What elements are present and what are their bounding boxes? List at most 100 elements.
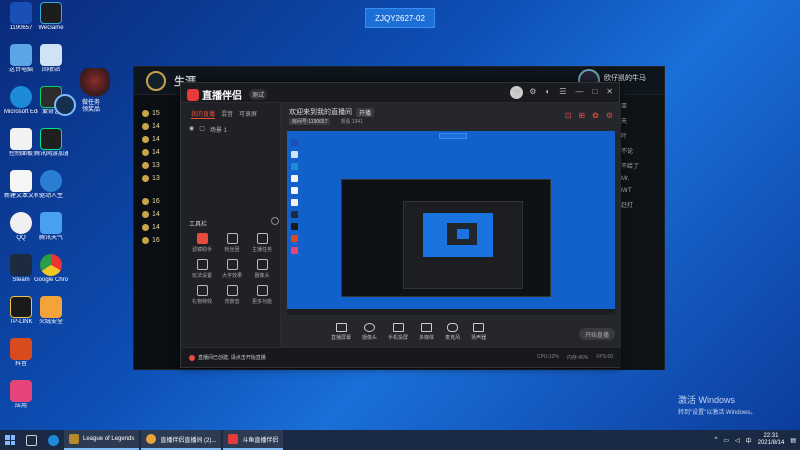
phone-cast-button[interactable]: 手机投屏 xyxy=(388,323,408,341)
list-item[interactable]: 13 xyxy=(142,159,182,172)
list-item[interactable]: 16 xyxy=(142,195,182,208)
sidebar-tabs: 我的直播 混音 可录屏 xyxy=(181,103,280,122)
tab-record[interactable]: 可录屏 xyxy=(239,109,257,119)
desktop-icon[interactable]: TP-LINK xyxy=(4,296,38,326)
rank-icon xyxy=(142,149,149,156)
camera-source-button[interactable]: 摄像头 xyxy=(362,323,377,341)
friend-entry[interactable]: 不给了 xyxy=(621,161,660,170)
desktop-icon[interactable]: 1190657 xyxy=(4,2,38,32)
maximize-icon[interactable]: □ xyxy=(592,87,597,96)
tool-gift[interactable]: 礼物特效 xyxy=(187,285,217,305)
list-item[interactable]: 14 xyxy=(142,133,182,146)
lol-profile-ring-icon[interactable] xyxy=(146,71,166,91)
chevron-up-icon[interactable]: ^ xyxy=(714,437,717,443)
desktop-icon[interactable]: QQ xyxy=(4,212,38,242)
desktop-icon[interactable]: Steam xyxy=(4,254,38,284)
tools-toggle-icon[interactable] xyxy=(271,217,279,225)
list-item[interactable]: 13 xyxy=(142,172,182,185)
friend-entry[interactable]: 天 xyxy=(621,116,660,125)
task-widget[interactable]: 做任务 领奖品 xyxy=(54,68,110,120)
version-badge[interactable]: 测试 xyxy=(249,89,268,100)
list-item[interactable]: 16 xyxy=(142,234,182,247)
list-item[interactable]: 14 xyxy=(142,120,182,133)
desktop-icon[interactable]: 新建文本文档 xyxy=(4,170,38,200)
settings-icon[interactable]: ⚙ xyxy=(529,87,536,96)
screen-source-button[interactable]: 直播屏幕 xyxy=(331,323,351,341)
volume-icon[interactable]: ◁ xyxy=(735,437,740,444)
tool-fans[interactable]: 粉丝团 xyxy=(217,233,247,253)
tool-more[interactable]: 更多功能 xyxy=(247,285,277,305)
tool-camera[interactable]: 摄像头 xyxy=(247,259,277,279)
gift-icon[interactable]: ✿ xyxy=(592,111,599,120)
room-id: 房间号:1190657 xyxy=(289,118,331,125)
desktop-icon[interactable]: Google Chrome xyxy=(34,254,68,284)
status-message[interactable]: 直播间已创建, 请点击开始直播 xyxy=(189,354,266,361)
list-item[interactable]: 14 xyxy=(142,208,182,221)
start-live-button[interactable]: 开始直播 xyxy=(579,328,615,340)
taskbar-app-companion[interactable]: 斗鱼直播伴侣 xyxy=(223,430,284,450)
system-tray: ^ ▭ ◁ 中 22:31 2021/8/14 ▤ xyxy=(714,430,796,450)
notification-icon[interactable]: ▤ xyxy=(790,437,796,444)
taskbar-app-chrome[interactable]: 直播伴侣直播间 (2)... xyxy=(141,430,222,450)
tool-filter[interactable]: 滤镜助手 xyxy=(187,233,217,253)
lock-icon[interactable]: ⊡ xyxy=(565,111,572,120)
menu-icon[interactable]: ☰ xyxy=(559,87,566,96)
message-icon[interactable]: ✉ xyxy=(514,87,521,96)
ime-icon[interactable]: 中 xyxy=(746,436,752,445)
taskbar-app-lol[interactable]: League of Legends xyxy=(64,430,140,450)
desktop-icon[interactable]: 腾讯天气 xyxy=(34,212,68,242)
tool-tasks[interactable]: 主播任务 xyxy=(247,233,277,253)
media-source-button[interactable]: 多媒体 xyxy=(419,323,434,341)
room-title[interactable]: 欢迎来到我的直播间 xyxy=(289,107,352,117)
friend-entry[interactable]: 不论 xyxy=(621,146,660,155)
friend-entry[interactable]: MrT xyxy=(621,188,660,194)
friend-entry[interactable]: 赶打 xyxy=(621,200,660,209)
network-icon[interactable]: ▭ xyxy=(723,437,729,444)
clock-time: 22:31 xyxy=(763,433,779,439)
desktop-icon[interactable]: 火绒安全 xyxy=(34,296,68,326)
desktop-icon[interactable]: 腾讯网游加速器 xyxy=(34,128,68,158)
stream-preview[interactable] xyxy=(287,131,615,315)
clock[interactable]: 22:31 2021/8/14 xyxy=(758,433,785,447)
task-view-button[interactable] xyxy=(20,430,42,450)
tab-live[interactable]: 我的直播 xyxy=(191,109,216,119)
steam-icon xyxy=(10,254,32,276)
scene-item[interactable]: ◉ ▢ 场景 1 xyxy=(181,122,280,137)
start-button[interactable] xyxy=(0,430,20,450)
eye-icon[interactable]: ◉ xyxy=(189,125,194,134)
desktop-icon[interactable]: 应用 xyxy=(4,380,38,410)
settings-icon[interactable]: ⚙ xyxy=(606,111,613,120)
desktop-icon[interactable]: 回收站 xyxy=(34,44,68,74)
tab-mixer[interactable]: 混音 xyxy=(221,109,233,119)
list-item[interactable]: 14 xyxy=(142,146,182,159)
tool-play[interactable]: 玩法设置 xyxy=(187,259,217,279)
close-icon[interactable]: ✕ xyxy=(606,87,613,96)
friend-entry[interactable]: 亚 xyxy=(621,101,660,110)
tool-bigtext[interactable]: 大字效果 xyxy=(217,259,247,279)
tool-music[interactable]: 背景音 xyxy=(217,285,247,305)
room-header: 欢迎来到我的直播间 开播 xyxy=(289,107,375,117)
lock-icon[interactable]: ▢ xyxy=(199,125,205,134)
weather-icon xyxy=(40,212,62,234)
minimize-icon[interactable]: — xyxy=(575,87,583,96)
desktop-icon[interactable]: Microsoft Edge xyxy=(4,86,38,116)
desktop-icon[interactable]: 驱动人生 xyxy=(34,170,68,200)
tools-title: 工具栏 xyxy=(189,222,208,228)
speaker-button[interactable]: 扬声器 xyxy=(471,323,486,341)
title-bar: 直播伴侣 测试 ✉ ⚙ ◐ ☰ — □ ✕ xyxy=(181,83,619,103)
cpu-stat: CPU:12% xyxy=(536,354,559,360)
skin-icon[interactable]: ◐ xyxy=(545,87,550,96)
friend-entry[interactable]: Mr. xyxy=(621,176,660,182)
share-icon[interactable]: ⊞ xyxy=(578,111,585,120)
activate-windows-watermark: 激活 Windows 转到"设置"以激活 Windows。 xyxy=(678,395,757,416)
list-item[interactable]: 15 xyxy=(142,107,182,120)
desktop-icon[interactable]: 控制面板 xyxy=(4,128,38,158)
list-item[interactable]: 14 xyxy=(142,221,182,234)
room-tag[interactable]: 开播 xyxy=(356,107,375,117)
microphone-button[interactable]: 麦克风 xyxy=(445,323,460,341)
friend-entry[interactable]: 叶 xyxy=(621,131,660,140)
desktop-icon[interactable]: 这台电脑 xyxy=(4,44,38,74)
desktop-icon[interactable]: WeGame xyxy=(34,2,68,32)
taskbar-pin[interactable] xyxy=(42,430,64,450)
desktop-icon[interactable]: 抖音 xyxy=(4,338,38,368)
